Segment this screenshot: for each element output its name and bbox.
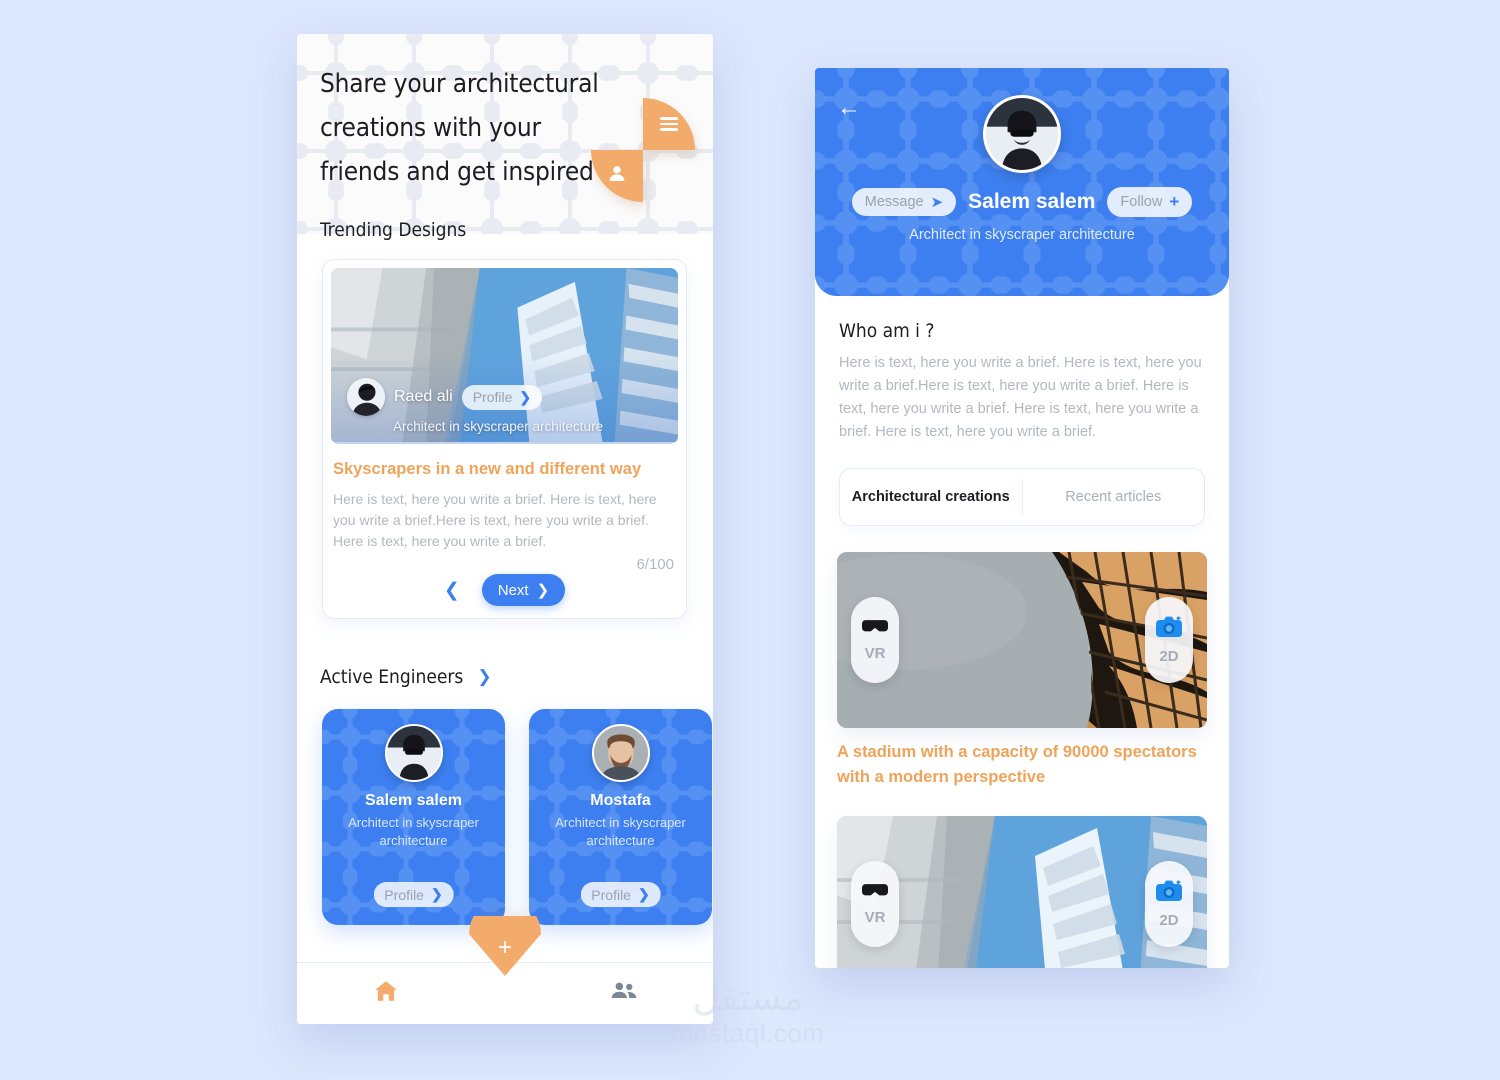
- person-icon: [606, 163, 628, 190]
- engineer-role: Architect in skyscraper architecture: [555, 815, 686, 848]
- about-title: Who am i ?: [839, 320, 935, 342]
- engineers-list: Salem salem Architect in skyscraper arch…: [322, 709, 712, 925]
- avatar-photo: [986, 98, 1058, 170]
- engineer-name: Mostafa: [590, 792, 651, 809]
- trending-author-name: Raed ali: [394, 388, 453, 405]
- screenshot-stage: Share your architectural creations with …: [0, 0, 1500, 1080]
- hero-action-fans: [591, 98, 695, 204]
- avatar-photo: [347, 378, 385, 416]
- twod-label: 2D: [1159, 911, 1179, 929]
- vr-label: VR: [864, 644, 886, 662]
- hamburger-icon: [660, 114, 678, 134]
- profile-header: ← Message ➤ Salem salem Follow + Archite…: [815, 68, 1229, 296]
- prev-button[interactable]: ❮: [444, 579, 460, 602]
- trending-author-row: Raed ali Profile ❯: [347, 378, 543, 416]
- nav-item-people[interactable]: [505, 977, 713, 1010]
- profile-action-row: Message ➤ Salem salem Follow +: [815, 187, 1229, 217]
- engineer-profile-button[interactable]: Profile ❯: [580, 882, 661, 907]
- account-button[interactable]: [591, 150, 643, 202]
- plus-icon: +: [1169, 192, 1180, 211]
- chevron-right-icon: ❯: [637, 886, 650, 902]
- engineer-profile-label: Profile: [591, 886, 631, 903]
- vr-badge[interactable]: VR: [851, 597, 899, 683]
- trending-counter: 6/100: [636, 556, 674, 573]
- next-button[interactable]: Next ❯: [481, 574, 566, 606]
- arrow-left-icon[interactable]: ←: [837, 96, 861, 120]
- chevron-right-icon: ❯: [536, 582, 550, 599]
- profile-name: Salem salem: [968, 190, 1096, 213]
- work-card-image: VR 2D: [837, 552, 1207, 728]
- phone-screen-profile: ← Message ➤ Salem salem Follow + Archite…: [815, 68, 1229, 968]
- follow-label: Follow: [1120, 194, 1163, 210]
- work-card-image: VR 2D: [837, 816, 1207, 968]
- nav-item-home[interactable]: [297, 978, 505, 1009]
- engineer-name: Salem salem: [365, 792, 462, 809]
- trending-section-title: Trending Designs: [320, 219, 467, 241]
- vr-goggles-icon: [862, 619, 888, 640]
- engineer-card[interactable]: Mostafa Architect in skyscraper architec…: [529, 709, 712, 925]
- tab-recent-articles[interactable]: Recent articles: [1023, 469, 1205, 525]
- engineer-role: Architect in skyscraper architecture: [348, 815, 479, 848]
- hero-title: Share your architectural creations with …: [320, 69, 599, 187]
- engineer-profile-button[interactable]: Profile ❯: [373, 882, 454, 907]
- avatar-photo: [386, 726, 441, 780]
- vr-goggles-icon: [862, 883, 888, 904]
- twod-label: 2D: [1159, 647, 1179, 665]
- work-card[interactable]: VR 2D A stadium with a capacity of 90000…: [837, 552, 1207, 790]
- menu-button[interactable]: [643, 98, 695, 150]
- about-text: Here is text, here you write a brief. He…: [839, 355, 1202, 440]
- work-card[interactable]: VR 2D: [837, 816, 1207, 968]
- send-icon: ➤: [930, 194, 944, 211]
- avatar: [384, 724, 443, 782]
- camera-icon: [1156, 616, 1182, 643]
- twod-badge[interactable]: 2D: [1145, 597, 1193, 683]
- engineer-profile-label: Profile: [384, 886, 424, 903]
- twod-badge[interactable]: 2D: [1145, 861, 1193, 947]
- avatar: [591, 724, 650, 782]
- plus-icon: +: [497, 934, 513, 961]
- tab-architectural-creations[interactable]: Architectural creations: [840, 469, 1022, 525]
- engineers-section-title: Active Engineers: [320, 666, 464, 688]
- vr-label: VR: [864, 908, 886, 926]
- vr-badge[interactable]: VR: [851, 861, 899, 947]
- add-button[interactable]: +: [469, 916, 541, 976]
- trending-card-text: Here is text, here you write a brief. He…: [333, 491, 657, 549]
- trending-card-heading: Skyscrapers in a new and different way: [333, 460, 642, 478]
- work-caption: A stadium with a capacity of 90000 spect…: [837, 743, 1197, 786]
- message-button[interactable]: Message ➤: [851, 188, 957, 216]
- engineer-card[interactable]: Salem salem Architect in skyscraper arch…: [322, 709, 505, 925]
- profile-tabs: Architectural creations Recent articles: [839, 468, 1205, 526]
- phone-screen-home: Share your architectural creations with …: [297, 34, 713, 1024]
- follow-button[interactable]: Follow +: [1107, 187, 1193, 217]
- home-icon: [373, 978, 399, 1009]
- next-label: Next: [497, 581, 529, 599]
- trending-card-body: Skyscrapers in a new and different way H…: [323, 444, 686, 552]
- people-icon: [610, 977, 638, 1010]
- trending-card-image: Raed ali Profile ❯ Architect in skyscrap…: [331, 268, 678, 444]
- avatar: [983, 95, 1061, 173]
- avatar-photo: [593, 726, 648, 780]
- engineers-section-header[interactable]: Active Engineers ❯: [320, 666, 492, 688]
- trending-pagination: ❮ Next ❯: [323, 574, 686, 606]
- trending-design-card[interactable]: Raed ali Profile ❯ Architect in skyscrap…: [322, 259, 687, 619]
- chevron-right-icon: ❯: [430, 886, 443, 902]
- trending-card-footer: 6/100 ❮ Next ❯: [323, 552, 686, 618]
- trending-profile-label: Profile: [472, 389, 513, 405]
- avatar: [347, 378, 385, 416]
- profile-role: Architect in skyscraper architecture: [909, 227, 1135, 243]
- chevron-right-icon: ❯: [519, 388, 532, 405]
- hero-section: Share your architectural creations with …: [297, 34, 713, 234]
- trending-profile-button[interactable]: Profile ❯: [461, 384, 543, 410]
- trending-author-role: Architect in skyscraper architecture: [393, 419, 604, 434]
- message-label: Message: [864, 194, 924, 210]
- chevron-right-icon[interactable]: ❯: [477, 667, 491, 687]
- camera-icon: [1156, 880, 1182, 907]
